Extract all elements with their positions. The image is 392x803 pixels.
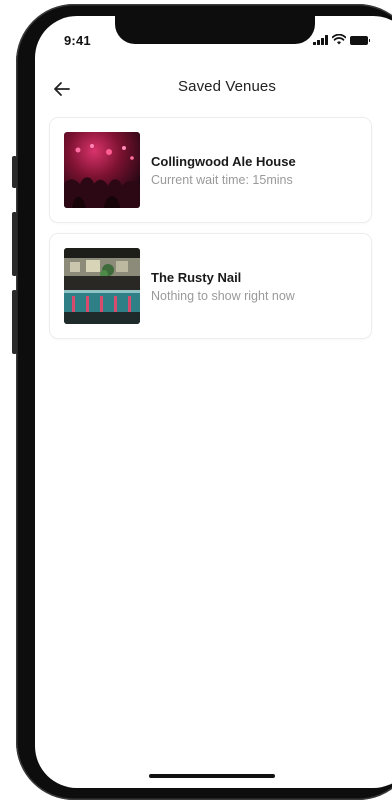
page-title-text: Saved Venues	[178, 78, 276, 95]
app-header: Saved Venues	[35, 74, 392, 104]
bar-counter-teal-photo	[64, 248, 140, 324]
phone-notch	[115, 16, 315, 44]
battery-icon	[349, 36, 370, 45]
venue-wait-time: Current wait time: 15mins	[151, 173, 293, 187]
venue-photo	[64, 132, 140, 208]
wifi-icon	[331, 34, 346, 45]
venue-status-text: Nothing to show right now	[151, 289, 295, 303]
status-icons	[313, 33, 370, 45]
venue-name: Collingwood Ale House	[151, 154, 296, 169]
venue-card-the-rusty-nail[interactable]: The Rusty Nail Nothing to show right now	[50, 234, 371, 338]
app-screen: 9:41 Saved Venues Collingwood Ale House …	[35, 16, 392, 788]
venue-card-collingwood-ale-house[interactable]: Collingwood Ale House Current wait time:…	[50, 118, 371, 222]
signal-icon	[313, 35, 328, 45]
venue-name: The Rusty Nail	[151, 270, 242, 285]
status-time: 9:41	[64, 33, 91, 48]
page-title: Saved Venues	[35, 78, 392, 95]
device-mockup: 9:41 Saved Venues Collingwood Ale House …	[0, 0, 392, 803]
mute-switch	[12, 156, 17, 188]
volume-up-button	[12, 212, 17, 276]
venue-photo	[64, 248, 140, 324]
home-indicator[interactable]	[149, 774, 275, 778]
volume-down-button	[12, 290, 17, 354]
pub-interior-red-lights-photo	[64, 132, 140, 208]
